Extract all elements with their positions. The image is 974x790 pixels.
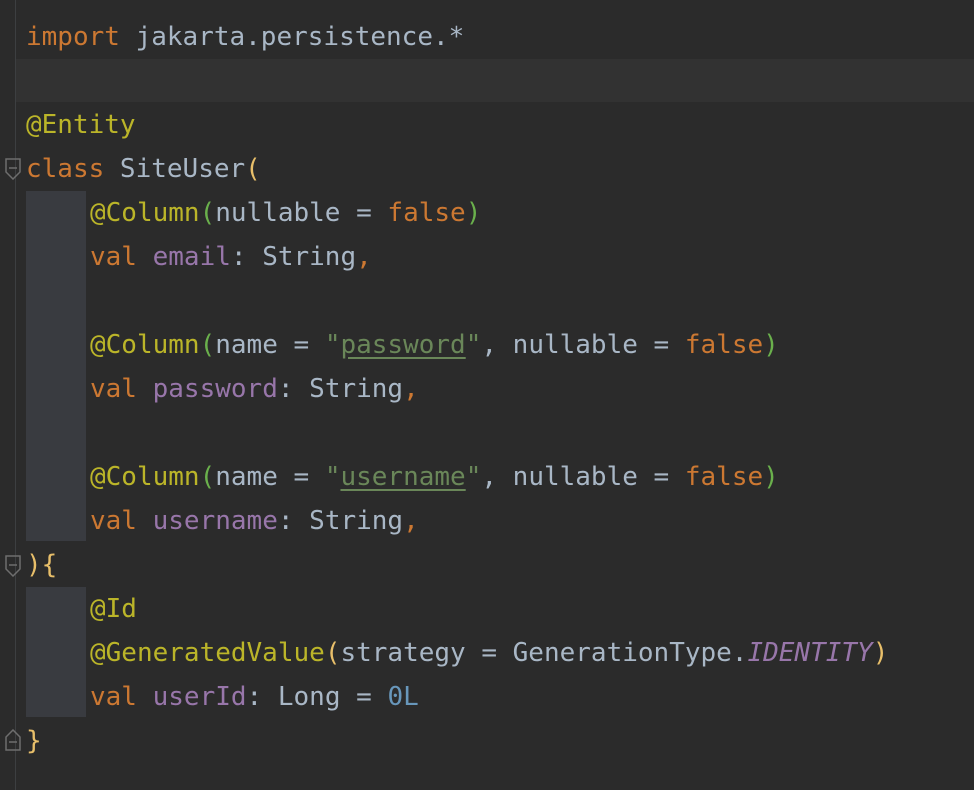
paren: ) [763, 330, 779, 360]
paren: ) [465, 198, 482, 228]
quote: " [324, 462, 341, 492]
quote: " [465, 330, 482, 360]
code-line-column[interactable]: @Column(nullable = false) [90, 191, 481, 235]
brace: { [41, 550, 58, 580]
fold-icon[interactable] [5, 555, 21, 577]
quote: " [324, 330, 341, 360]
keyword: false [684, 330, 764, 360]
code-line-column[interactable]: @Column(name = "username", nullable = fa… [90, 455, 779, 499]
paren: ( [245, 154, 261, 184]
property-name: password [136, 374, 278, 404]
code-line-class-body-open[interactable]: ){ [26, 543, 57, 587]
comma: , [403, 506, 419, 536]
keyword: false [387, 198, 466, 228]
keyword: val [90, 374, 137, 404]
comma: , [403, 374, 419, 404]
code-line-annotation[interactable]: @GeneratedValue(strategy = GenerationTyp… [90, 631, 888, 675]
quote: " [465, 462, 482, 492]
argument: , nullable = [481, 462, 685, 492]
code-editor[interactable]: import jakarta.persistence.* @Entity cla… [0, 0, 974, 790]
import-path: jakarta.persistence.* [119, 22, 465, 52]
argument: name = [215, 462, 325, 492]
enum-constant: IDENTITY [747, 638, 873, 668]
annotation: @Column [90, 462, 200, 492]
keyword: import [26, 22, 120, 52]
type: : String [230, 242, 357, 272]
string-literal: username [340, 462, 466, 492]
code-line-column[interactable]: @Column(name = "password", nullable = fa… [90, 323, 779, 367]
keyword: val [90, 506, 137, 536]
keyword: class [26, 154, 105, 184]
number-literal: 0L [387, 682, 419, 712]
annotation: @Id [90, 594, 137, 624]
code-line-class-decl[interactable]: class SiteUser( [26, 147, 261, 191]
argument: nullable = [215, 198, 388, 228]
code-line-annotation[interactable]: @Id [90, 587, 137, 631]
annotation: @Column [90, 198, 200, 228]
gutter-divider [15, 0, 16, 790]
brace: } [26, 726, 42, 756]
class-name: SiteUser [104, 154, 246, 184]
code-line-class-body-close[interactable]: } [26, 719, 42, 763]
paren: ( [199, 462, 216, 492]
code-line-import[interactable]: import jakarta.persistence.* [26, 15, 464, 59]
paren: ) [26, 550, 42, 580]
code-line-property[interactable]: val userId: Long = 0L [90, 675, 419, 719]
keyword: val [90, 682, 137, 712]
argument: , nullable = [481, 330, 685, 360]
type: : String [277, 374, 404, 404]
type: : Long = [246, 682, 388, 712]
fold-end-icon[interactable] [5, 729, 21, 751]
paren: ( [324, 638, 341, 668]
property-name: username [136, 506, 278, 536]
paren: ) [872, 638, 889, 668]
code-line-property[interactable]: val username: String, [90, 499, 419, 543]
code-line-annotation[interactable]: @Entity [26, 103, 136, 147]
annotation: @GeneratedValue [90, 638, 325, 668]
annotation: @Entity [26, 110, 136, 140]
paren: ( [199, 198, 216, 228]
code-line-property[interactable]: val email: String, [90, 235, 372, 279]
fold-icon[interactable] [5, 158, 21, 180]
comma: , [356, 242, 372, 272]
property-name: userId [136, 682, 247, 712]
property-name: email [136, 242, 231, 272]
current-line-highlight [16, 59, 974, 102]
argument: name = [215, 330, 325, 360]
code-line-property[interactable]: val password: String, [90, 367, 419, 411]
argument: strategy = GenerationType. [340, 638, 748, 668]
keyword: val [90, 242, 137, 272]
indent-guide-block [26, 191, 86, 541]
keyword: false [684, 462, 764, 492]
indent-guide-block [26, 587, 86, 717]
type: : String [277, 506, 404, 536]
string-literal: password [340, 330, 466, 360]
paren: ( [199, 330, 216, 360]
paren: ) [763, 462, 779, 492]
annotation: @Column [90, 330, 200, 360]
